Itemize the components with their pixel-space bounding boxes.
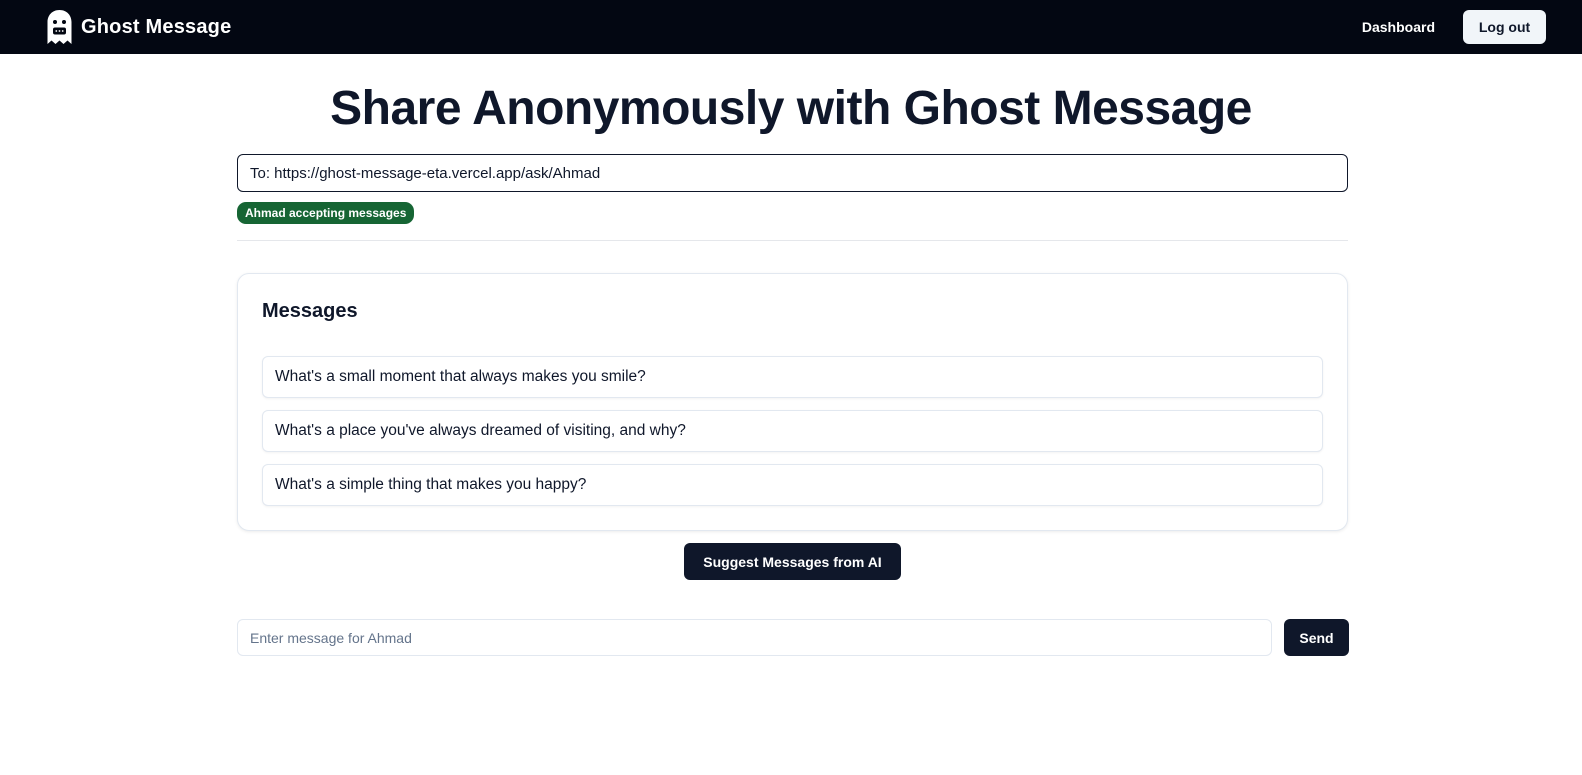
brand[interactable]: Ghost Message	[46, 9, 231, 45]
page-title: Share Anonymously with Ghost Message	[330, 82, 1252, 135]
message-input[interactable]	[237, 619, 1272, 656]
recipient-url-text: To: https://ghost-message-eta.vercel.app…	[250, 164, 601, 182]
nav-actions: Dashboard Log out	[1362, 10, 1546, 44]
messages-heading: Messages	[262, 300, 358, 322]
suggested-message[interactable]: What's a small moment that always makes …	[262, 356, 1323, 398]
status-badge: Ahmad accepting messages	[237, 202, 415, 224]
suggested-message[interactable]: What's a simple thing that makes you hap…	[262, 464, 1323, 506]
messages-list: What's a small moment that always makes …	[262, 356, 1323, 518]
ghost-icon	[47, 10, 72, 44]
divider	[237, 240, 1348, 241]
messages-card: Messages What's a small moment that alwa…	[237, 273, 1348, 531]
suggested-message[interactable]: What's a place you've always dreamed of …	[262, 410, 1323, 452]
send-button[interactable]: Send	[1284, 619, 1349, 656]
logout-button[interactable]: Log out	[1463, 10, 1546, 44]
navbar: Ghost Message Dashboard Log out	[0, 0, 1582, 54]
brand-name: Ghost Message	[81, 15, 232, 38]
recipient-url-field[interactable]: To: https://ghost-message-eta.vercel.app…	[237, 154, 1348, 192]
suggest-messages-button[interactable]: Suggest Messages from AI	[684, 543, 901, 580]
dashboard-link[interactable]: Dashboard	[1362, 19, 1435, 35]
